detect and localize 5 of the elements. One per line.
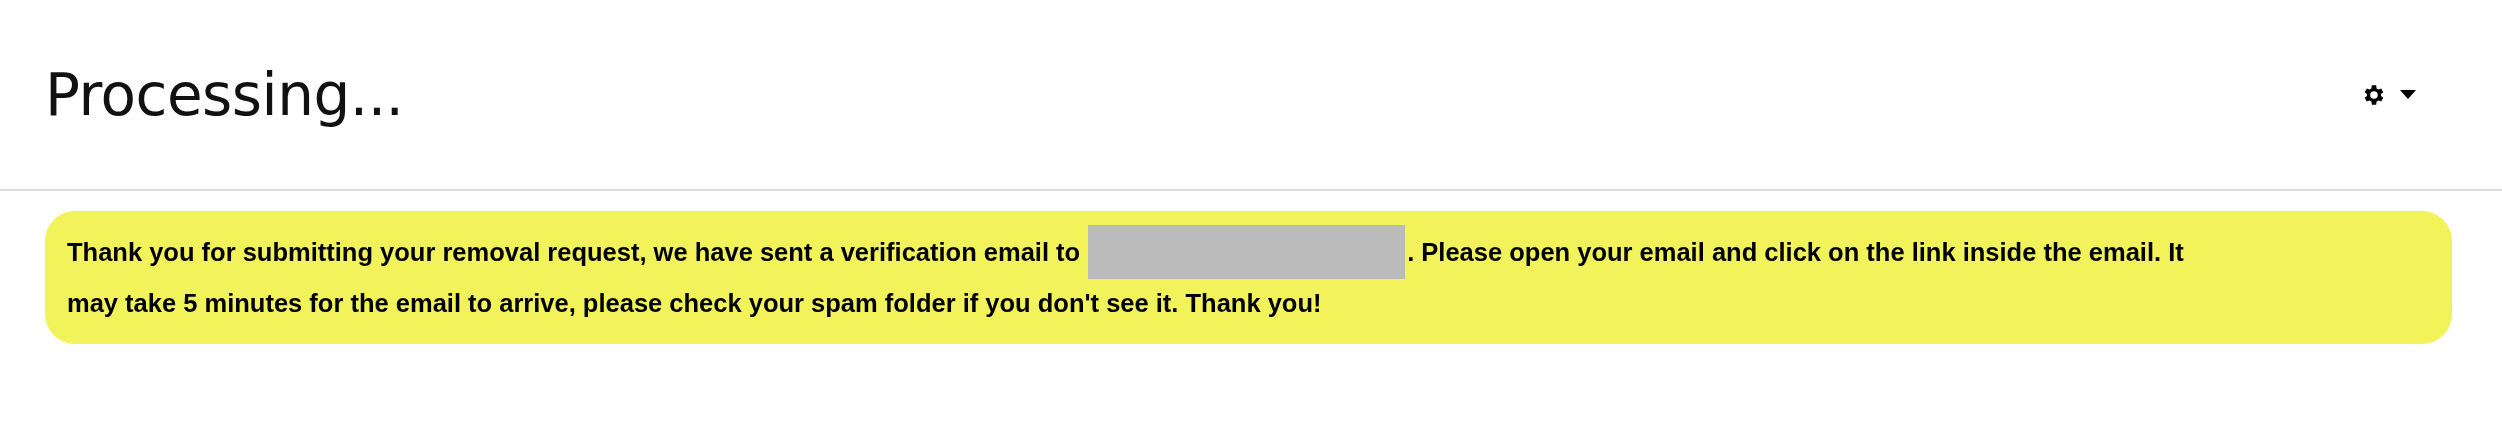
notice-text: . Please open your email and click on the link inside the email. It: [1407, 236, 2184, 268]
caret-icon: [2400, 90, 2416, 99]
notice-text: Thank you for submitting your removal request, we have sent a verification email to: [67, 236, 1081, 268]
notice-text: may take 5 minutes for the email to arrive, please check your spam folder if you don't see it. Thank you!: [67, 288, 1322, 319]
page-title: Processing...: [45, 60, 404, 129]
